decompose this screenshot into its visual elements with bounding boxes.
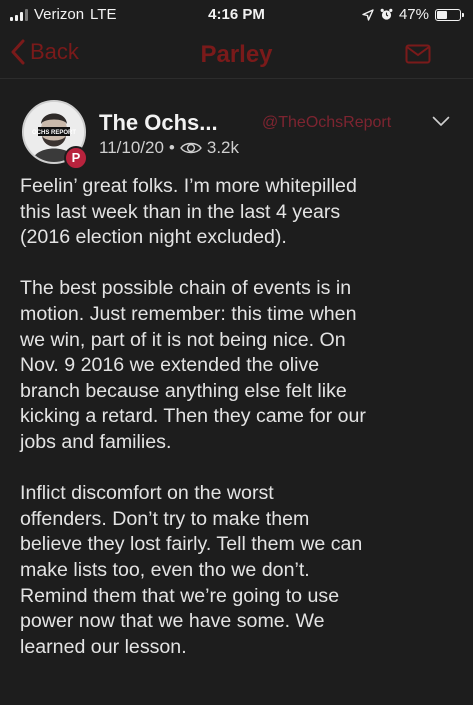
meta-separator: • xyxy=(168,138,175,157)
battery-percent: 47% xyxy=(398,6,429,23)
status-bar: Verizon LTE 4:16 PM 47% xyxy=(0,0,473,32)
chevron-down-icon[interactable] xyxy=(432,116,450,127)
mail-icon xyxy=(405,44,431,64)
mail-button[interactable] xyxy=(405,44,431,69)
eye-icon xyxy=(180,142,202,154)
post-paragraph: Inflict discomfort on the worst offender… xyxy=(20,482,363,658)
battery-fill xyxy=(437,10,448,19)
post-meta: 11/10/20 • 3.2k xyxy=(99,138,239,158)
nav-bar: Back Parley xyxy=(0,32,473,79)
post-date: 11/10/20 xyxy=(99,138,164,157)
battery-icon xyxy=(435,8,464,21)
svg-text:OCHS REPORT: OCHS REPORT xyxy=(32,130,76,136)
post-paragraph: Feelin’ great folks. I’m more whitepille… xyxy=(20,175,357,249)
parler-badge: P xyxy=(64,146,88,170)
post-header: OCHS REPORT P The Ochs... @TheOchsReport… xyxy=(0,78,473,178)
view-count: 3.2k xyxy=(206,138,240,157)
display-name[interactable]: The Ochs... xyxy=(99,110,218,136)
location-icon xyxy=(362,8,374,21)
post-paragraph: The best possible chain of events is in … xyxy=(20,277,366,453)
alarm-icon xyxy=(380,8,393,20)
post-body: Feelin’ great folks. I’m more whitepille… xyxy=(20,174,466,686)
page-title: Parley xyxy=(200,41,273,68)
status-right: 47% xyxy=(362,6,464,23)
user-handle[interactable]: @TheOchsReport xyxy=(262,114,391,132)
